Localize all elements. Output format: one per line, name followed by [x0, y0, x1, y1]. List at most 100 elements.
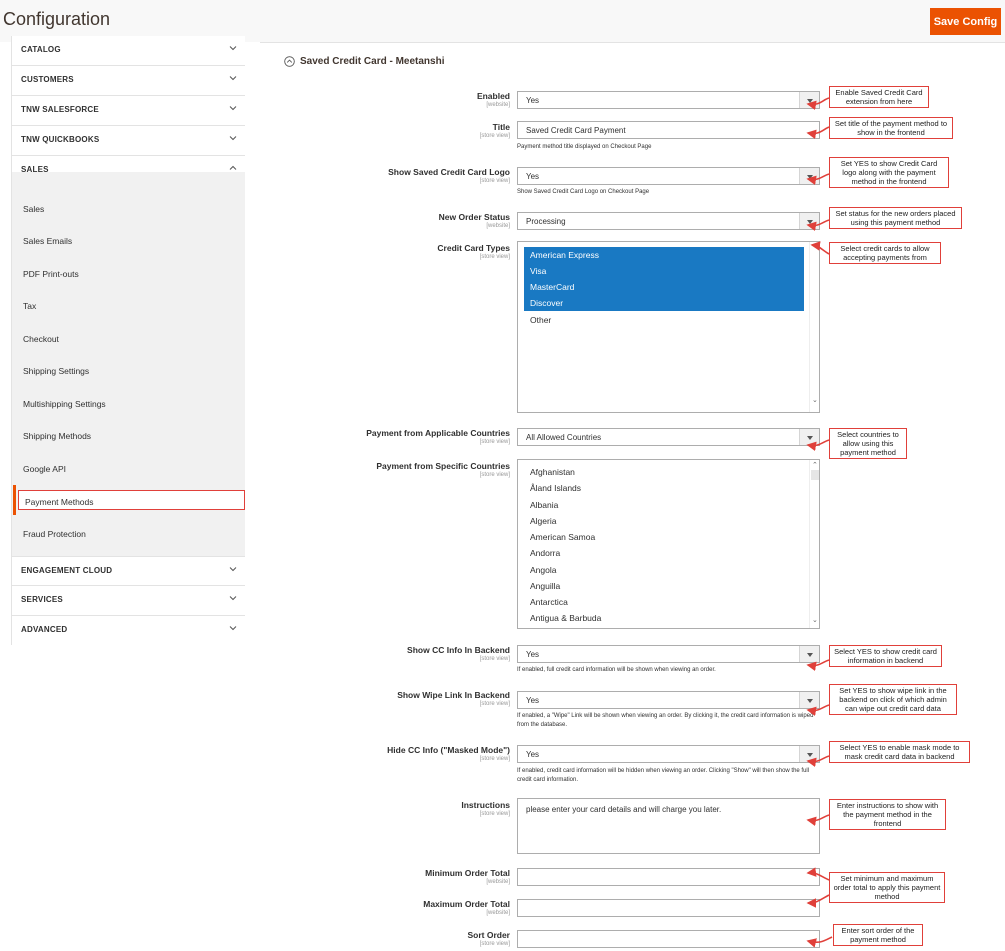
chevron-down-icon [229, 626, 237, 631]
sidebar-item-payment-methods[interactable]: Payment Methods [13, 485, 245, 515]
sidebar-item-label: Payment Methods [25, 497, 94, 507]
list-option[interactable]: Åland Islands [524, 480, 804, 496]
sidebar-section-tnw-quickbooks[interactable]: TNW QUICKBOOKS [12, 126, 245, 156]
list-option[interactable]: American Samoa [524, 529, 804, 545]
show-logo-label: Show Saved Credit Card Logo [store view] [388, 167, 510, 184]
sidebar-section-label: ADVANCED [21, 625, 68, 634]
sort-order-label: Sort Order [store view] [467, 930, 510, 947]
callout-title: Set title of the payment method to show … [829, 117, 953, 139]
applicable-countries-select[interactable]: All Allowed Countries [517, 428, 820, 446]
callout-mask: Select YES to enable mask mode to mask c… [829, 741, 970, 763]
sidebar-item-multishipping-settings[interactable]: Multishipping Settings [12, 388, 245, 420]
section-title[interactable]: Saved Credit Card - Meetanshi [300, 56, 444, 67]
sidebar-section-customers[interactable]: CUSTOMERS [12, 66, 245, 96]
sidebar-item-label: Sales Emails [23, 236, 73, 246]
hide-cc-note: If enabled, credit card information will… [517, 768, 810, 783]
sidebar-item-pdf-printouts[interactable]: PDF Print-outs [12, 258, 245, 290]
list-option[interactable]: MasterCard [524, 279, 804, 295]
max-total-label: Maximum Order Total [website] [423, 899, 510, 916]
instructions-label: Instructions [store view] [461, 800, 510, 817]
show-wipe-select[interactable]: Yes [517, 691, 820, 709]
min-total-input[interactable] [517, 868, 820, 886]
list-option[interactable]: Angola [524, 562, 804, 578]
enabled-select[interactable]: Yes [517, 91, 820, 109]
list-option[interactable]: American Express [524, 247, 804, 263]
sidebar-item-google-api[interactable]: Google API [12, 453, 245, 485]
config-sidebar: CATALOG CUSTOMERS TNW SALESFORCE TNW QUI… [11, 36, 245, 646]
callout-instructions: Enter instructions to show with the paym… [829, 799, 946, 830]
sidebar-item-label: Google API [23, 464, 67, 474]
order-status-label: New Order Status [website] [438, 212, 510, 229]
sidebar-item-shipping-settings[interactable]: Shipping Settings [12, 355, 245, 387]
sidebar-item-label: Checkout [23, 334, 59, 344]
sidebar-item-label: Shipping Methods [23, 431, 92, 441]
sidebar-item-sales-emails[interactable]: Sales Emails [12, 225, 245, 257]
sidebar-section-advanced[interactable]: ADVANCED [12, 616, 245, 646]
sidebar-item-shipping-methods[interactable]: Shipping Methods [12, 420, 245, 452]
title-note: Payment method title displayed on Checko… [517, 144, 652, 150]
list-option[interactable]: Antigua & Barbuda [524, 610, 804, 626]
show-cc-backend-note: If enabled, full credit card information… [517, 667, 716, 673]
chevron-down-icon [229, 596, 237, 601]
list-option[interactable]: Discover [524, 295, 804, 311]
sidebar-section-catalog[interactable]: CATALOG [12, 36, 245, 66]
order-status-select[interactable]: Processing [517, 212, 820, 230]
callout-cc-types: Select credit cards to allow accepting p… [829, 242, 941, 264]
callout-wipe: Set YES to show wipe link in the backend… [829, 684, 957, 715]
sidebar-section-label: SERVICES [21, 595, 63, 604]
show-wipe-label: Show Wipe Link In Backend [store view] [397, 690, 510, 707]
sidebar-section-services[interactable]: SERVICES [12, 586, 245, 616]
list-option[interactable]: Other [524, 312, 804, 328]
callout-status: Set status for the new orders placed usi… [829, 207, 962, 229]
collapse-circle-icon[interactable] [284, 56, 295, 67]
list-option[interactable]: Algeria [524, 513, 804, 529]
chevron-down-icon [229, 567, 237, 572]
max-total-input[interactable] [517, 899, 820, 917]
sidebar-item-label: Shipping Settings [23, 366, 90, 376]
list-option[interactable]: Antarctica [524, 594, 804, 610]
list-option[interactable]: Andorra [524, 545, 804, 561]
sidebar-item-label: PDF Print-outs [23, 269, 79, 279]
show-logo-note: Show Saved Credit Card Logo on Checkout … [517, 189, 650, 195]
cc-types-multiselect[interactable]: American Express Visa MasterCard Discove… [517, 241, 820, 413]
list-option[interactable]: Afghanistan [524, 464, 804, 480]
sidebar-section-label: CATALOG [21, 45, 61, 54]
callout-enabled: Enable Saved Credit Card extension from … [829, 86, 929, 108]
callout-totals: Set minimum and maximum order total to a… [829, 872, 945, 903]
cc-types-label: Credit Card Types [store view] [437, 243, 510, 260]
sidebar-item-checkout[interactable]: Checkout [12, 323, 245, 355]
chevron-down-icon [229, 76, 237, 81]
title-input[interactable]: Saved Credit Card Payment [517, 121, 820, 139]
title-label: Title [store view] [479, 122, 510, 139]
specific-countries-label: Payment from Specific Countries [store vi… [376, 461, 510, 478]
callout-sort: Enter sort order of the payment method [833, 924, 923, 946]
main-divider [260, 42, 1005, 43]
list-option[interactable]: Visa [524, 263, 804, 279]
chevron-down-icon [229, 46, 237, 51]
sidebar-section-tnw-salesforce[interactable]: TNW SALESFORCE [12, 96, 245, 126]
show-cc-backend-select[interactable]: Yes [517, 645, 820, 663]
save-config-button[interactable]: Save Config [930, 8, 1001, 35]
list-option[interactable]: Anguilla [524, 578, 804, 594]
sidebar-section-label: ENGAGEMENT CLOUD [21, 566, 113, 575]
show-logo-select[interactable]: Yes [517, 167, 820, 185]
specific-countries-multiselect[interactable]: Afghanistan Åland Islands Albania Algeri… [517, 459, 820, 629]
enabled-label: Enabled [website] [476, 91, 510, 108]
sidebar-section-label: TNW QUICKBOOKS [21, 135, 100, 144]
sidebar-item-sales[interactable]: Sales [12, 193, 245, 225]
hide-cc-label: Hide CC Info ("Masked Mode") [store view] [387, 745, 510, 762]
sidebar-item-label: Sales [23, 204, 45, 214]
sidebar-section-sales[interactable]: SALES [12, 156, 245, 174]
instructions-textarea[interactable]: please enter your card details and will … [517, 798, 820, 854]
sidebar-item-tax[interactable]: Tax [12, 290, 245, 322]
sort-order-input[interactable] [517, 930, 820, 948]
hide-cc-select[interactable]: Yes [517, 745, 820, 763]
sidebar-section-engagement-cloud[interactable]: ENGAGEMENT CLOUD [12, 556, 245, 586]
show-wipe-note: If enabled, a "Wipe" Link will be shown … [517, 713, 814, 728]
callout-logo: Set YES to show Credit Card logo along w… [829, 157, 949, 188]
sidebar-item-label: Tax [23, 301, 37, 311]
callout-cc-backend: Select YES to show credit card informati… [829, 645, 942, 667]
sidebar-item-fraud-protection[interactable]: Fraud Protection [12, 518, 245, 550]
sidebar-item-label: Multishipping Settings [23, 399, 106, 409]
list-option[interactable]: Albania [524, 497, 804, 513]
